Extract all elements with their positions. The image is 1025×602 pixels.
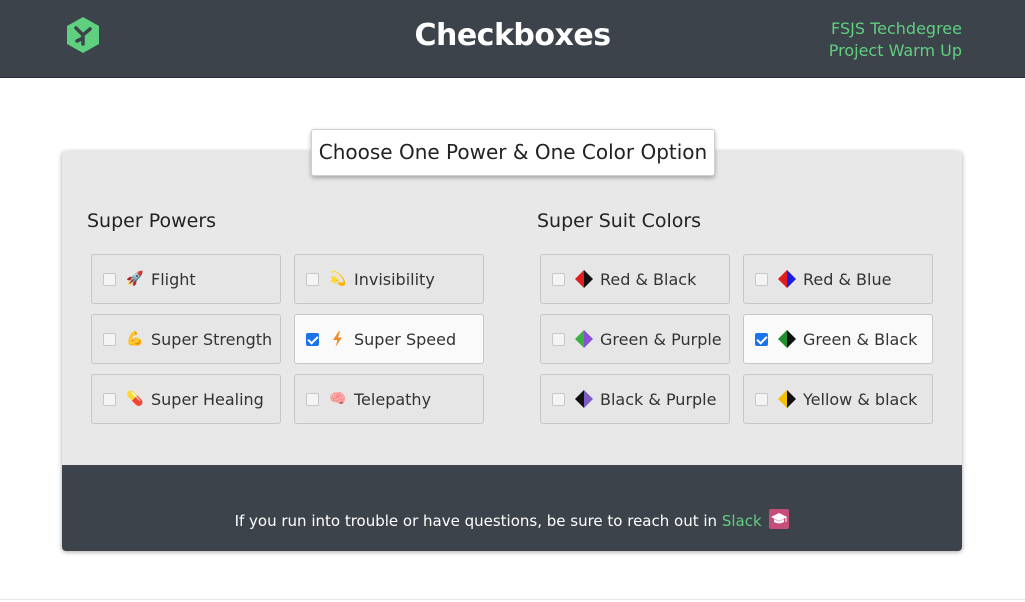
color-option-red-black[interactable]: Red & Black [540, 254, 730, 304]
color-option-red-blue[interactable]: Red & Blue [743, 254, 933, 304]
invisibility-checkbox[interactable] [306, 272, 319, 286]
option-label: Green & Purple [600, 329, 722, 349]
option-label: Yellow & black [803, 389, 918, 409]
telepathy-checkbox[interactable] [306, 392, 319, 406]
color-option-green-black[interactable]: Green & Black [743, 314, 933, 364]
super-powers-heading: Super Powers [87, 210, 217, 232]
brain-icon: 🧠 [329, 391, 347, 407]
red-blue-checkbox[interactable] [755, 272, 768, 286]
red-blue-swatch-icon [778, 270, 796, 288]
option-label: Super Healing [151, 389, 264, 409]
lightning-icon [329, 330, 347, 348]
green-black-checkbox[interactable] [755, 332, 768, 346]
subtitle-line-2: Project Warm Up [828, 41, 962, 60]
power-option-invisibility[interactable]: 💫 Invisibility [294, 254, 484, 304]
yellow-black-swatch-icon [778, 390, 796, 408]
option-label: Black & Purple [600, 389, 717, 409]
black-purple-swatch-icon [575, 390, 593, 408]
graduation-cap-icon [769, 509, 790, 529]
yellow-black-checkbox[interactable] [755, 392, 768, 406]
flight-checkbox[interactable] [103, 272, 116, 286]
slack-link[interactable]: Slack [722, 512, 762, 530]
flexed-bicep-icon: 💪 [126, 331, 144, 347]
header-subtitle: FSJS Techdegree Project Warm Up [829, 18, 962, 62]
color-option-yellow-black[interactable]: Yellow & black [743, 374, 933, 424]
fieldset-legend: Choose One Power & One Color Option [311, 129, 715, 176]
color-option-black-purple[interactable]: Black & Purple [540, 374, 730, 424]
option-label: Invisibility [354, 269, 435, 289]
rocket-icon: 🚀 [126, 271, 144, 287]
page-bottom-divider [0, 599, 1025, 600]
super-strength-checkbox[interactable] [103, 332, 116, 346]
power-option-telepathy[interactable]: 🧠 Telepathy [294, 374, 484, 424]
black-purple-checkbox[interactable] [552, 392, 565, 406]
green-black-swatch-icon [778, 330, 796, 348]
header-bar: Checkboxes FSJS Techdegree Project Warm … [0, 0, 1025, 78]
power-option-flight[interactable]: 🚀 Flight [91, 254, 281, 304]
option-label: Red & Blue [803, 269, 892, 289]
option-label: Red & Black [600, 269, 697, 289]
power-option-super-speed[interactable]: Super Speed [294, 314, 484, 364]
option-label: Flight [151, 269, 196, 289]
red-black-checkbox[interactable] [552, 272, 565, 286]
red-black-swatch-icon [575, 270, 593, 288]
green-purple-swatch-icon [575, 330, 593, 348]
super-healing-checkbox[interactable] [103, 392, 116, 406]
green-purple-checkbox[interactable] [552, 332, 565, 346]
option-label: Green & Black [803, 329, 918, 349]
dizzy-icon: 💫 [329, 271, 347, 287]
option-label: Telepathy [354, 389, 432, 409]
super-speed-checkbox[interactable] [306, 332, 319, 346]
power-option-super-healing[interactable]: 💊 Super Healing [91, 374, 281, 424]
option-label: Super Strength [151, 329, 273, 349]
pill-icon: 💊 [126, 391, 144, 407]
option-label: Super Speed [354, 329, 457, 349]
super-suit-colors-heading: Super Suit Colors [537, 210, 702, 232]
footer-text: If you run into trouble or have question… [234, 512, 718, 530]
color-option-green-purple[interactable]: Green & Purple [540, 314, 730, 364]
power-option-super-strength[interactable]: 💪 Super Strength [91, 314, 281, 364]
subtitle-line-1: FSJS Techdegree [831, 19, 962, 38]
footer-bar: If you run into trouble or have question… [62, 465, 962, 551]
